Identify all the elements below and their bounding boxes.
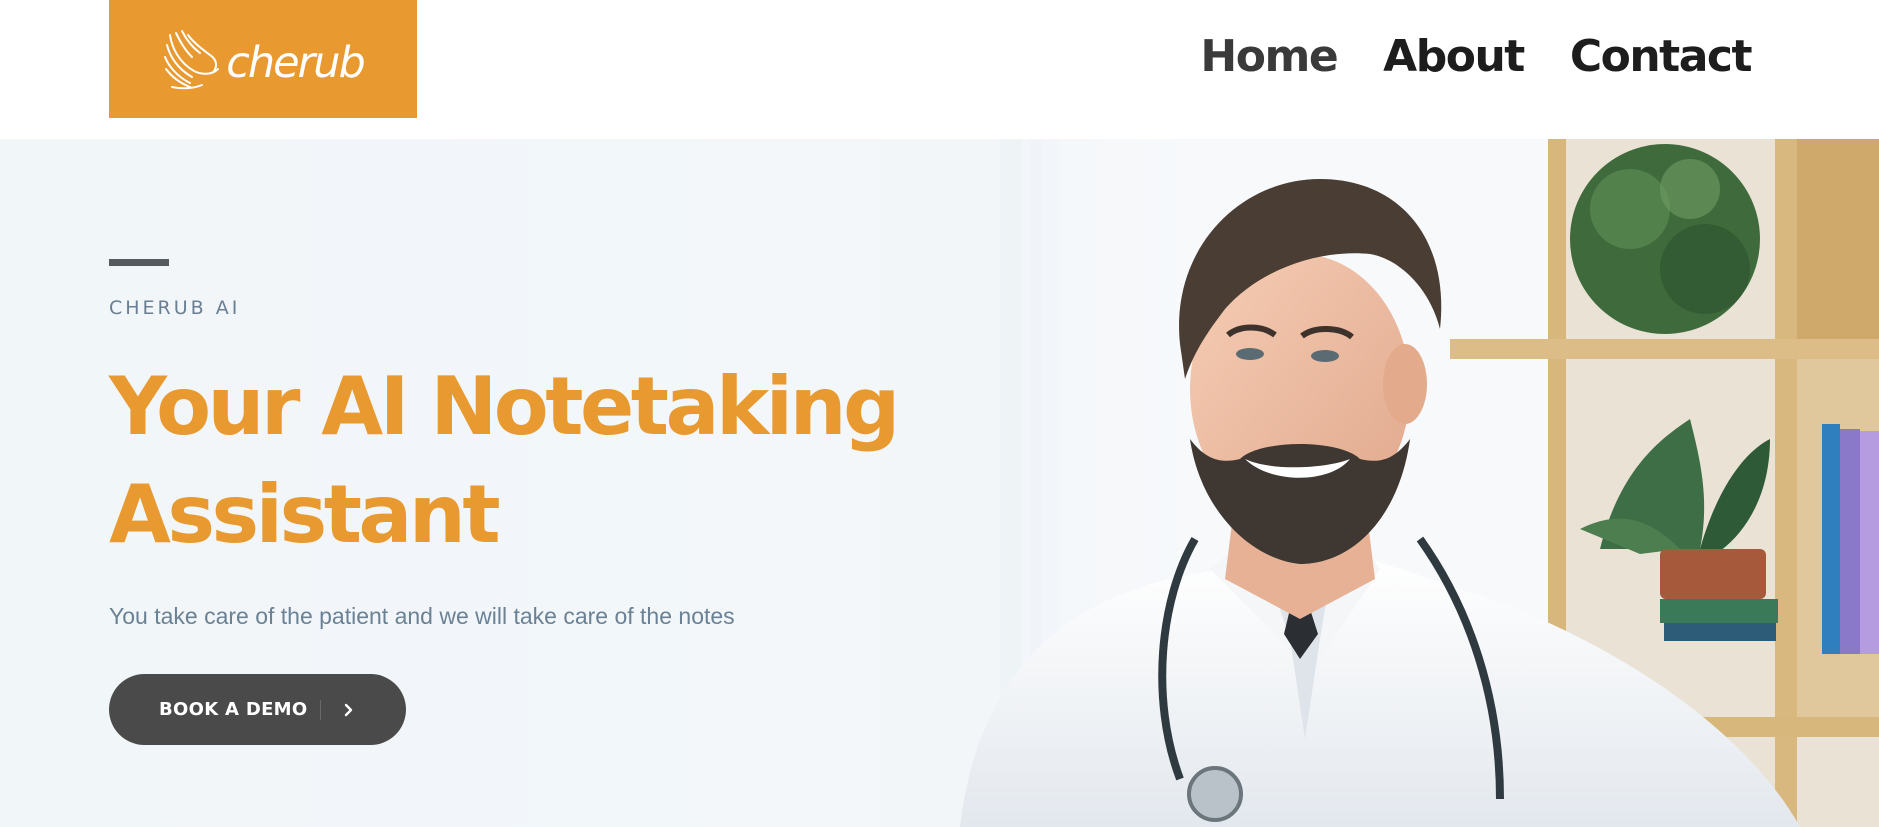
nav-link-about[interactable]: About bbox=[1383, 26, 1525, 88]
book-demo-label: BOOK A DEMO bbox=[159, 699, 308, 720]
logo-inner: cherub bbox=[162, 27, 366, 93]
hero-headline-line-2: Assistant bbox=[109, 468, 501, 561]
accent-line bbox=[109, 259, 169, 266]
book-demo-button[interactable]: BOOK A DEMO bbox=[109, 674, 406, 745]
hero-section: CHERUB AI Your AI Notetaking Assistant Y… bbox=[0, 139, 1879, 827]
main-nav: Home About Contact bbox=[1200, 26, 1753, 88]
logo-wordmark: cherub bbox=[226, 37, 366, 88]
nav-link-contact[interactable]: Contact bbox=[1570, 26, 1753, 88]
nav-link-home[interactable]: Home bbox=[1200, 26, 1338, 88]
button-divider bbox=[319, 699, 321, 720]
hero-headline: Your AI Notetaking Assistant bbox=[109, 353, 929, 569]
wings-icon bbox=[164, 30, 220, 90]
logo[interactable]: cherub bbox=[109, 0, 417, 118]
hero-headline-line-1: Your AI Notetaking bbox=[109, 360, 900, 453]
hero-subtext: You take care of the patient and we will… bbox=[109, 603, 735, 629]
site-header: cherub Home About Contact bbox=[0, 0, 1879, 139]
chevron-right-icon bbox=[344, 703, 352, 716]
hero-eyebrow: CHERUB AI bbox=[109, 297, 241, 319]
